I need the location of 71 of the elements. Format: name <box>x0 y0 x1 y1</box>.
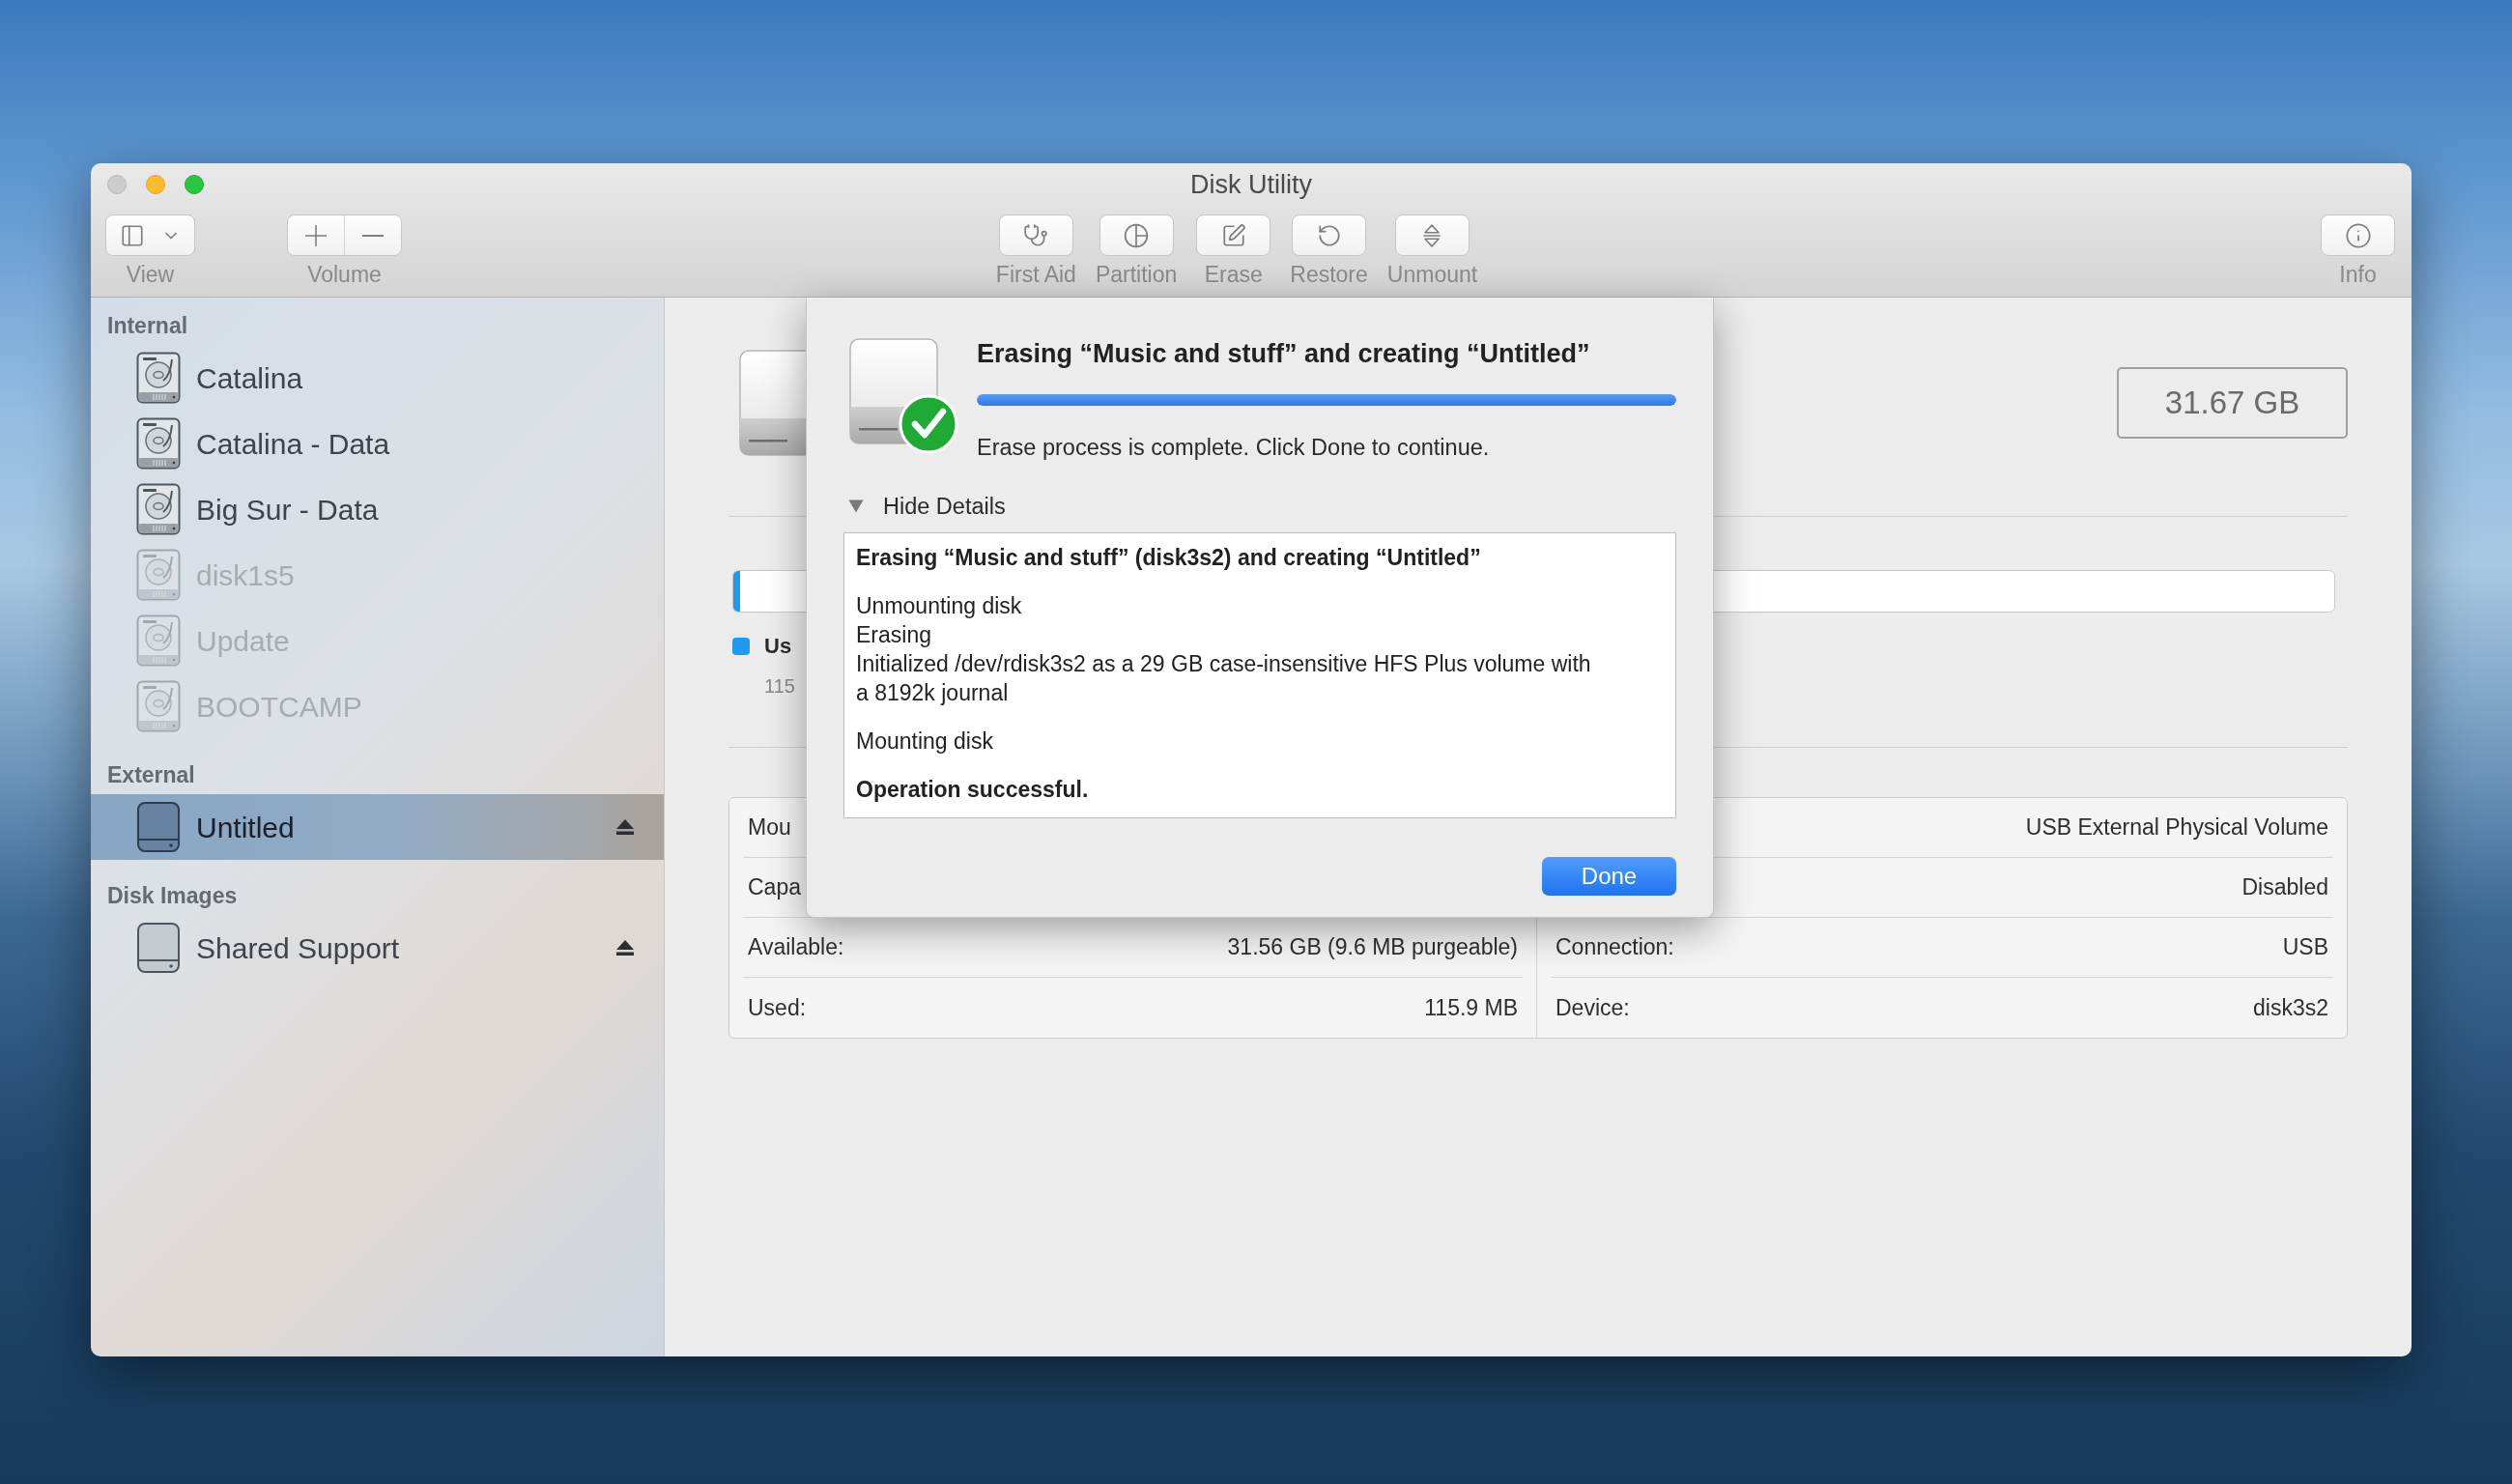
legend-value: 115 <box>764 674 795 698</box>
eject-icon[interactable] <box>615 818 635 836</box>
status-message: Erase process is complete. Click Done to continue. <box>977 434 1491 461</box>
toolbar-label: Volume <box>307 262 382 288</box>
sidebar-section-header: Disk Images <box>107 881 238 910</box>
hard-drive-icon <box>136 614 181 667</box>
minus-icon <box>362 234 384 237</box>
toolbar-button[interactable] <box>2321 214 2395 256</box>
info-label: Device: <box>1556 993 1630 1022</box>
hard-drive-icon <box>136 549 181 601</box>
log-line: Operation successful. <box>856 776 1090 804</box>
info-label: Available: <box>748 933 844 962</box>
view-menu-button[interactable] <box>105 214 195 256</box>
external-drive-icon <box>136 801 181 853</box>
stethoscope-icon <box>1023 222 1049 248</box>
toolbar-button[interactable] <box>1395 214 1470 256</box>
legend-label: Us <box>764 636 793 657</box>
log-line: Mounting disk <box>856 728 994 756</box>
sidebar-section-header: External <box>107 760 195 789</box>
log-line: Unmounting disk <box>856 592 1023 620</box>
log-line: Erasing <box>856 621 932 649</box>
external-drive-icon <box>136 922 181 974</box>
sidebar-section-header: Internal <box>107 311 188 340</box>
capacity-readout: 31.67 GB <box>2117 367 2348 439</box>
log-line: Erasing “Music and stuff” (disk3s2) and creating “Untitled” <box>856 544 1482 572</box>
sidebar-item[interactable]: Big Sur - Data <box>91 476 664 542</box>
sidebar-item[interactable]: Shared Support <box>91 915 664 981</box>
toolbar-label: First Aid <box>995 262 1076 288</box>
counterclockwise-arrow-icon <box>1316 222 1342 248</box>
toolbar-label: Unmount <box>1386 262 1478 288</box>
maximize-icon[interactable] <box>185 175 204 194</box>
sidebar-icon <box>120 222 145 248</box>
divided-circle-icon <box>1124 222 1150 248</box>
disclosure-toggle[interactable]: Hide Details <box>843 492 1006 521</box>
info-label: Capa <box>748 873 801 902</box>
toolbar-button[interactable] <box>1099 214 1174 256</box>
toolbar-label: Restore <box>1290 262 1368 288</box>
toolbar-button[interactable] <box>1196 214 1271 256</box>
minimize-icon[interactable] <box>146 175 165 194</box>
info-value: 115.9 MB <box>1424 993 1518 1022</box>
dialog-button[interactable]: Done <box>1542 857 1676 896</box>
log-line: Initialized /dev/rdisk3s2 as a 29 GB case-insensitive HFS Plus volume with a 8192k journal <box>856 650 1592 707</box>
pencil-square-icon <box>1220 222 1246 248</box>
info-value: Disabled <box>2241 873 2328 902</box>
toolbar-button[interactable] <box>1292 214 1367 256</box>
drive-checkmark-icon <box>847 337 959 455</box>
toolbar-label: View <box>126 262 175 288</box>
info-value: 31.56 GB (9.6 MB purgeable) <box>1227 933 1518 962</box>
sidebar-item[interactable]: Catalina - Data <box>91 411 664 476</box>
toolbar-label: Partition <box>1095 262 1178 288</box>
info-label: Used: <box>748 993 807 1022</box>
sidebar-item[interactable]: Catalina <box>91 345 664 411</box>
plus-icon <box>305 224 327 246</box>
info-value: disk3s2 <box>2253 993 2328 1022</box>
toolbar-button[interactable] <box>998 214 1073 256</box>
sheet-title: Erasing “Music and stuff” and creating “Untitled” <box>977 339 1591 368</box>
info-icon <box>2344 221 2372 249</box>
hard-drive-icon <box>136 483 181 535</box>
info-value: USB External Physical Volume <box>2025 813 2328 842</box>
info-label: Connection: <box>1556 933 1674 962</box>
toolbar-label: Info <box>2339 262 2377 288</box>
info-value: USB <box>2282 933 2328 962</box>
toolbar-label: Erase <box>1204 262 1263 288</box>
add-button[interactable] <box>288 215 345 255</box>
sidebar-item[interactable]: Untitled <box>91 794 664 860</box>
hard-drive-icon <box>136 680 181 732</box>
hard-drive-icon <box>136 417 181 470</box>
hard-drive-icon <box>136 352 181 404</box>
window-title: Disk Utility <box>1190 169 1312 200</box>
eject-icon[interactable] <box>615 939 635 956</box>
info-label: Mou <box>748 813 791 842</box>
